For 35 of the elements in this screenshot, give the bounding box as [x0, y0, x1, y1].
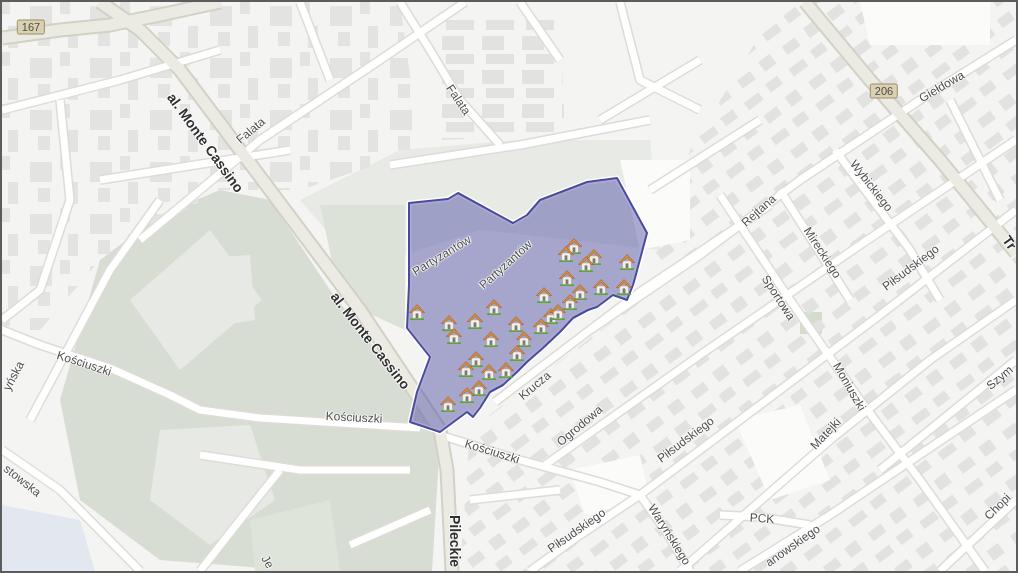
road-number-badge: 206	[869, 83, 899, 99]
house-icon	[572, 284, 588, 300]
house-icon	[619, 254, 635, 270]
street-label: Pileckie	[446, 514, 462, 568]
house-icon	[593, 279, 609, 295]
house-icon	[578, 256, 594, 272]
house-icon	[516, 331, 532, 347]
house-icon	[441, 315, 457, 331]
house-icon	[446, 328, 462, 344]
house-icon	[409, 304, 425, 320]
house-icon	[558, 246, 574, 262]
house-icon	[468, 351, 484, 367]
house-icon	[509, 345, 525, 361]
house-icon	[566, 238, 582, 254]
road-number-badge: 167	[16, 19, 46, 35]
house-icon	[536, 287, 552, 303]
house-icon	[533, 318, 549, 334]
house-icon	[550, 304, 566, 320]
house-icon	[616, 279, 632, 295]
house-icon	[498, 362, 514, 378]
house-icon	[467, 313, 483, 329]
house-icon	[471, 380, 487, 396]
street-label: Je	[258, 553, 276, 571]
house-icon	[481, 364, 497, 380]
house-icon	[562, 294, 578, 310]
house-icon	[458, 361, 474, 377]
house-icon	[440, 396, 456, 412]
house-icon	[559, 270, 575, 286]
house-icon	[486, 299, 502, 315]
house-icon	[459, 387, 475, 403]
street-label: Kościuszki	[325, 409, 383, 427]
street-label: PCK	[749, 511, 775, 527]
street-label: yńska	[2, 359, 28, 393]
house-icon	[508, 316, 524, 332]
house-icon	[483, 331, 499, 347]
